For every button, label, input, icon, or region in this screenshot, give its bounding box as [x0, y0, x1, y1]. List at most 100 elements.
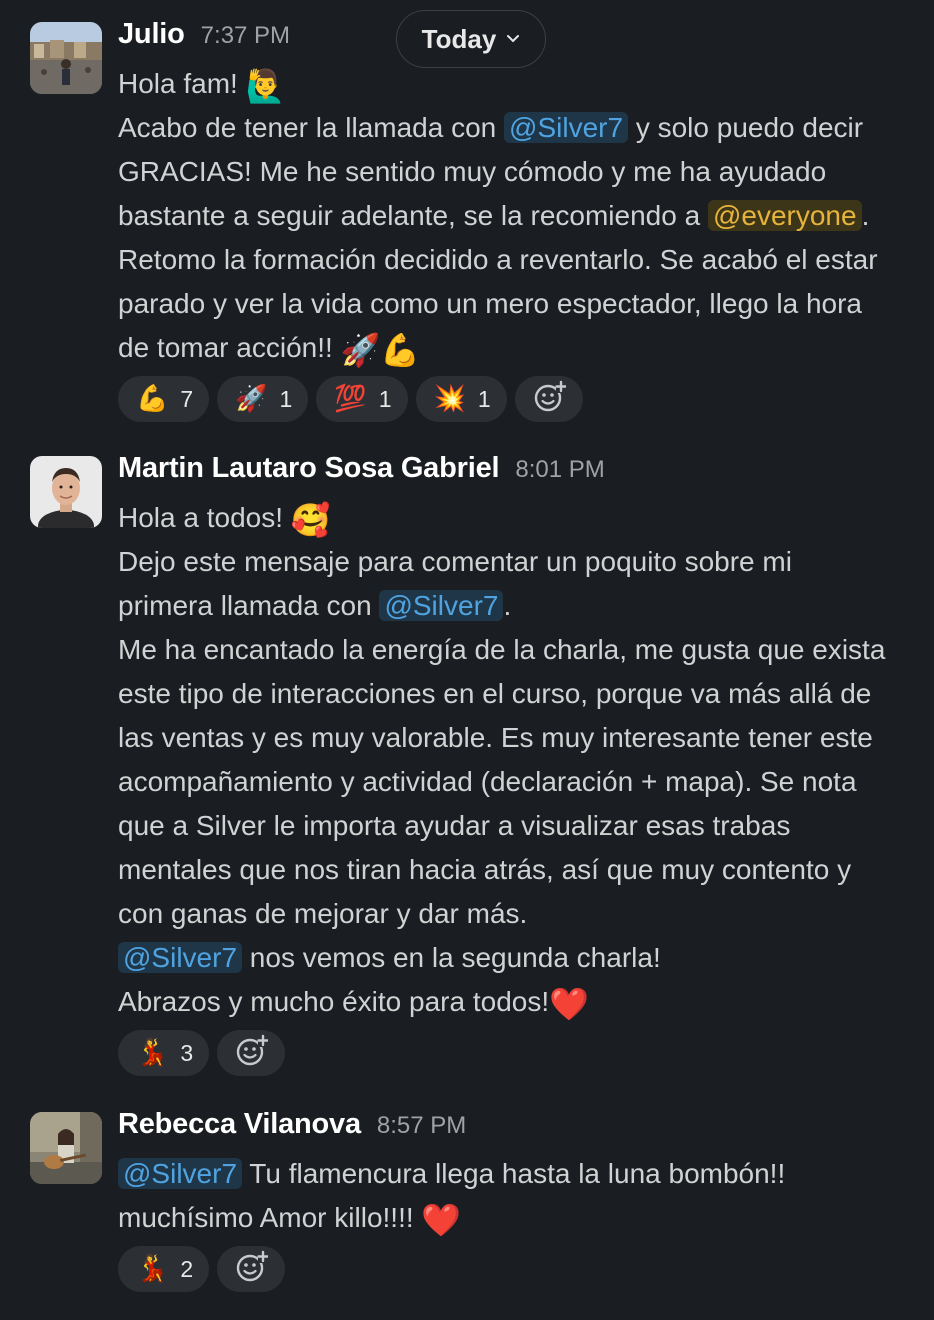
text-run: este tipo de interacciones en el curso, …: [118, 678, 872, 709]
message-text: Hola fam! 🙋‍♂️ Acabo de tener la llamada …: [118, 62, 916, 370]
message-line: este tipo de interacciones en el curso, …: [118, 672, 916, 716]
emoji-icon: ❤️: [421, 1201, 462, 1239]
sender-name[interactable]: Julio: [118, 18, 185, 51]
text-run: Abrazos y mucho éxito para todos!: [118, 986, 550, 1017]
message-content: Julio 7:37 PM Hola fam! 🙋‍♂️ Acabo de ten…: [118, 18, 916, 422]
reaction-pill[interactable]: 💃 3: [118, 1030, 210, 1076]
add-reaction-icon: [234, 1034, 269, 1073]
text-run: nos vemos en la segunda charla!: [242, 942, 661, 973]
user-mention[interactable]: @Silver7: [504, 112, 629, 143]
message-header: Martin Lautaro Sosa Gabriel 8:01 PM: [118, 452, 916, 496]
text-run: Tu flamencura llega hasta la luna bombón…: [242, 1158, 786, 1189]
timestamp[interactable]: 8:01 PM: [515, 456, 604, 484]
text-run: Retomo la formación decidido a reventarl…: [118, 244, 878, 275]
add-reaction-button[interactable]: [217, 1030, 286, 1076]
add-reaction-button[interactable]: [514, 376, 583, 422]
text-run: Hola fam!: [118, 68, 246, 99]
reaction-emoji-icon: 💃: [136, 1254, 169, 1284]
reaction-pill[interactable]: 🚀 1: [217, 376, 309, 422]
text-run: primera llamada con: [118, 590, 380, 621]
text-run: y solo puedo decir: [628, 112, 864, 143]
reaction-pill[interactable]: 💪 7: [118, 376, 210, 422]
message-line: Hola a todos! 🥰: [118, 496, 916, 540]
message-line: primera llamada con @Silver7.: [118, 584, 916, 628]
message-line: muchísimo Amor killo!!!! ❤️: [118, 1196, 916, 1240]
text-run: que a Silver le importa ayudar a visuali…: [118, 810, 791, 841]
text-run: .: [861, 200, 870, 231]
emoji-icon: ❤️: [549, 985, 589, 1023]
text-run: con ganas de mejorar y dar más.: [118, 898, 528, 929]
reaction-pill[interactable]: 💃 2: [118, 1246, 210, 1292]
message-line: Dejo este mensaje para comentar un poqui…: [118, 540, 916, 584]
add-reaction-button[interactable]: [217, 1246, 286, 1292]
emoji-icon: 🥰: [290, 501, 331, 539]
reaction-count: 1: [477, 385, 491, 412]
message-line: mentales que nos tiran hacia atrás, así …: [118, 848, 916, 892]
text-run: muchísimo Amor killo!!!!: [118, 1202, 422, 1233]
date-divider[interactable]: Today: [396, 10, 546, 68]
reaction-count: 7: [180, 385, 194, 412]
text-run: Dejo este mensaje para comentar un poqui…: [118, 546, 792, 577]
text-run: las ventas y es muy valorable. Es muy in…: [118, 722, 873, 753]
message-content: Rebecca Vilanova 8:57 PM @Silver7 Tu fla…: [118, 1108, 916, 1292]
reaction-count: 3: [180, 1039, 194, 1066]
text-run: Acabo de tener la llamada con: [118, 112, 505, 143]
sender-name[interactable]: Martin Lautaro Sosa Gabriel: [118, 452, 500, 485]
text-run: .: [503, 590, 512, 621]
emoji-icon: 💪: [380, 331, 421, 369]
text-run: GRACIAS! Me he sentido muy cómodo y me h…: [118, 156, 827, 187]
add-reaction-icon: [234, 1250, 269, 1289]
sender-name[interactable]: Rebecca Vilanova: [118, 1108, 361, 1141]
timestamp[interactable]: 8:57 PM: [377, 1112, 466, 1140]
message-line: Hola fam! 🙋‍♂️: [118, 62, 916, 106]
avatar-julio[interactable]: [30, 22, 102, 94]
message-line: acompañamiento y actividad (declaración …: [118, 760, 916, 804]
message-line: parado y ver la vida como un mero espect…: [118, 282, 916, 326]
message-line: que a Silver le importa ayudar a visuali…: [118, 804, 916, 848]
reaction-pill[interactable]: 💯 1: [316, 376, 408, 422]
reaction-emoji-icon: 💯: [334, 384, 367, 414]
emoji-icon: 🙋‍♂️: [245, 67, 286, 105]
text-run: de tomar acción!!: [118, 332, 341, 363]
reaction-count: 2: [180, 1255, 194, 1282]
message-content: Martin Lautaro Sosa Gabriel 8:01 PM Hola…: [118, 452, 916, 1076]
text-run: bastante a seguir adelante, se la recomi…: [118, 200, 708, 231]
message-line: Retomo la formación decidido a reventarl…: [118, 238, 916, 282]
emoji-icon: 🚀: [340, 331, 381, 369]
message-line: @Silver7 Tu flamencura llega hasta la lu…: [118, 1152, 916, 1196]
timestamp[interactable]: 7:37 PM: [201, 22, 290, 50]
reactions-bar: 💃 2: [118, 1246, 916, 1292]
message-text: Hola a todos! 🥰 Dejo este mensaje para co…: [118, 496, 916, 1024]
text-run: Me ha encantado la energía de la charla,…: [118, 634, 886, 665]
user-mention[interactable]: @Silver7: [118, 1158, 243, 1189]
reaction-pill[interactable]: 💥 1: [415, 376, 507, 422]
message-line: @Silver7 nos vemos en la segunda charla!: [118, 936, 916, 980]
message-header: Rebecca Vilanova 8:57 PM: [118, 1108, 916, 1152]
text-run: Hola a todos!: [118, 502, 291, 533]
add-reaction-icon: [532, 380, 567, 419]
reaction-emoji-icon: 💥: [433, 384, 466, 414]
chevron-down-icon: [506, 31, 520, 49]
everyone-mention[interactable]: @everyone: [707, 200, 862, 231]
user-mention[interactable]: @Silver7: [379, 590, 504, 621]
message-line: Acabo de tener la llamada con @Silver7 y…: [118, 106, 916, 150]
message-line: Abrazos y mucho éxito para todos!❤️: [118, 980, 916, 1024]
text-run: mentales que nos tiran hacia atrás, así …: [118, 854, 852, 885]
text-run: acompañamiento y actividad (declaración …: [118, 766, 857, 797]
avatar-martin[interactable]: [30, 456, 102, 528]
message-line: con ganas de mejorar y dar más.: [118, 892, 916, 936]
message-line: GRACIAS! Me he sentido muy cómodo y me h…: [118, 150, 916, 194]
text-run: parado y ver la vida como un mero espect…: [118, 288, 862, 319]
message-line: de tomar acción!! 🚀💪: [118, 326, 916, 370]
reaction-count: 1: [378, 385, 392, 412]
reactions-bar: 💃 3: [118, 1030, 916, 1076]
message-line: las ventas y es muy valorable. Es muy in…: [118, 716, 916, 760]
user-mention[interactable]: @Silver7: [118, 942, 243, 973]
date-divider-label: Today: [421, 23, 497, 54]
message-line: Me ha encantado la energía de la charla,…: [118, 628, 916, 672]
reaction-count: 1: [279, 385, 293, 412]
message-line: bastante a seguir adelante, se la recomi…: [118, 194, 916, 238]
avatar-rebecca[interactable]: [30, 1112, 102, 1184]
reaction-emoji-icon: 🚀: [235, 384, 268, 414]
message-text: @Silver7 Tu flamencura llega hasta la lu…: [118, 1152, 916, 1240]
